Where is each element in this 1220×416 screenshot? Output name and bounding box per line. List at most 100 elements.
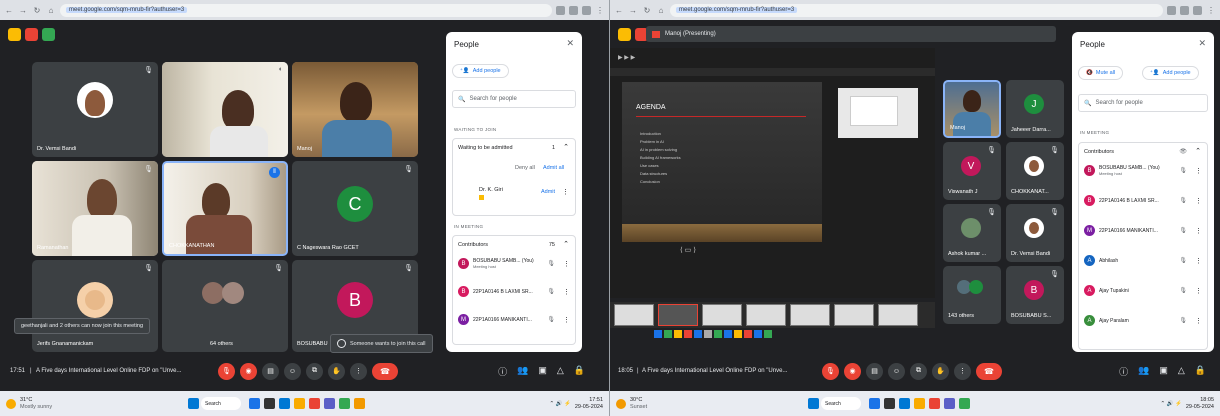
activities-icon[interactable]: △ — [1178, 365, 1185, 378]
address-bar[interactable]: meet.google.com/sqm-mrub-fir?authuser=3 — [60, 3, 552, 17]
tray-icons[interactable]: ⌃ 🔊 ⚡ — [549, 401, 570, 407]
chat-icon[interactable]: ▣ — [1159, 365, 1168, 378]
participant-tile[interactable]: ◐ — [162, 62, 288, 157]
participant-tile[interactable]: J Jaheeer Darra... — [1006, 80, 1064, 138]
camera-off-button[interactable]: ◉ — [240, 362, 257, 380]
mic-off-icon[interactable]: 🎙 — [1179, 197, 1187, 204]
mic-off-button[interactable]: 🎙 — [822, 362, 839, 380]
menu-icon[interactable]: ⋮ — [1206, 6, 1216, 15]
back-icon[interactable]: ← — [4, 6, 14, 15]
slide-thumb[interactable] — [834, 304, 874, 326]
slide-thumb[interactable] — [878, 304, 918, 326]
chevron-up-icon[interactable]: ⌃ — [1195, 147, 1201, 155]
present-button[interactable]: ⧉ — [910, 362, 927, 380]
home-icon[interactable]: ⌂ — [656, 6, 666, 15]
forward-icon[interactable]: → — [18, 6, 28, 15]
participant-tile[interactable]: 🎙 Ashok kumar ... — [943, 204, 1001, 262]
teams-icon[interactable] — [944, 398, 955, 409]
slide-thumb[interactable] — [614, 304, 654, 326]
participant-row[interactable]: A Abhilash 🎙 ⋮ — [1084, 255, 1202, 266]
taskview-icon[interactable] — [249, 398, 260, 409]
profile-icon[interactable] — [582, 5, 591, 15]
file-explorer-icon[interactable] — [294, 398, 305, 409]
start-icon[interactable] — [188, 398, 199, 409]
chevron-up-icon[interactable]: ⌃ — [563, 143, 569, 151]
reload-icon[interactable]: ↻ — [32, 6, 42, 15]
reload-icon[interactable]: ↻ — [642, 6, 652, 15]
add-people-button[interactable]: ⁺👤 Add people — [452, 64, 509, 78]
visibility-icon[interactable]: 👁 — [1179, 148, 1187, 155]
captions-button[interactable]: ▤ — [262, 362, 279, 380]
forward-icon[interactable]: → — [628, 6, 638, 15]
menu-icon[interactable]: ⋮ — [595, 6, 605, 15]
more-vert-icon[interactable]: ⋮ — [1195, 257, 1202, 265]
mic-off-icon[interactable]: 🎙 — [1179, 317, 1187, 324]
edge-icon[interactable] — [279, 398, 290, 409]
slide-thumb[interactable] — [746, 304, 786, 326]
tray-icons[interactable]: ⌃ 🔊 ⚡ — [1160, 401, 1181, 407]
home-icon[interactable]: ⌂ — [46, 6, 56, 15]
slide-thumb[interactable] — [658, 304, 698, 326]
more-vert-icon[interactable]: ⋮ — [562, 188, 569, 196]
participant-row[interactable]: B BOSUBABU SAMB... (You) Meeting host 🎙 ⋮ — [458, 258, 570, 269]
participant-tile[interactable]: 🎙 Jerifs Gnanamanickam — [32, 260, 158, 352]
mic-off-icon[interactable]: 🎙 — [1179, 287, 1187, 294]
mic-off-icon[interactable]: 🎙 — [1179, 227, 1187, 234]
mic-off-icon[interactable]: 🎙 — [547, 288, 555, 295]
more-vert-icon[interactable]: ⋮ — [1195, 167, 1202, 175]
participant-row[interactable]: M 22P1A0166 MANIKANTI... 🎙 ⋮ — [458, 314, 570, 325]
search-input[interactable]: 🔍 Search for people — [1078, 94, 1208, 112]
participant-row[interactable]: B BOSUBABU SAMB... (You) Meeting host 🎙 ⋮ — [1084, 165, 1202, 176]
taskview-icon[interactable] — [869, 398, 880, 409]
participant-row[interactable]: B 22P1A0146 B LAXMI SR... 🎙 ⋮ — [1084, 195, 1202, 206]
slide-thumb[interactable] — [790, 304, 830, 326]
chat-icon[interactable]: ▣ — [538, 365, 547, 378]
host-controls-icon[interactable]: 🔒 — [1195, 365, 1206, 378]
participant-tile-active-speaker[interactable]: ⦀ CHOKKANATHAN — [162, 161, 288, 256]
profile-icon[interactable] — [1193, 5, 1202, 15]
raise-hand-icon[interactable] — [618, 28, 631, 41]
file-explorer-icon[interactable] — [914, 398, 925, 409]
extension-icon[interactable] — [1167, 5, 1176, 15]
more-options-button[interactable]: ⋮ — [350, 362, 367, 380]
extension-icon[interactable] — [556, 5, 565, 15]
mic-off-button[interactable]: 🎙 — [218, 362, 235, 380]
slide-nav[interactable]: ⟨ ▭ ⟩ — [680, 246, 696, 254]
chrome-icon[interactable] — [929, 398, 940, 409]
raise-hand-button[interactable]: ✋ — [932, 362, 949, 380]
participant-tile[interactable]: C 🎙 C Nageswara Rao GCET — [292, 161, 418, 256]
mute-all-button[interactable]: 🔇 Mute all — [1078, 66, 1124, 80]
taskbar-search[interactable]: Search — [201, 397, 241, 410]
admit-all-button[interactable]: Admit all — [543, 165, 564, 171]
close-icon[interactable]: ✕ — [566, 38, 574, 49]
record-icon[interactable] — [25, 28, 38, 41]
more-vert-icon[interactable]: ⋮ — [563, 316, 570, 324]
emoji-button[interactable]: ☺ — [888, 362, 905, 380]
search-input[interactable]: 🔍 Search for people — [452, 90, 576, 108]
participant-tile-others[interactable]: 🎙 64 others — [162, 260, 288, 352]
participant-row[interactable]: A Ajay Tupakini 🎙 ⋮ — [1084, 285, 1202, 296]
participant-row[interactable]: M 22P1A0166 MANIKANTI... 🎙 ⋮ — [1084, 225, 1202, 236]
activities-icon[interactable]: △ — [557, 365, 564, 378]
close-icon[interactable]: ✕ — [1198, 38, 1206, 49]
app-icon[interactable] — [959, 398, 970, 409]
more-vert-icon[interactable]: ⋮ — [1195, 287, 1202, 295]
info-icon[interactable]: ⓘ — [498, 365, 507, 378]
participant-tile[interactable]: V 🎙 Viswanath J — [943, 142, 1001, 200]
captions-button[interactable]: ▤ — [866, 362, 883, 380]
leave-call-button[interactable]: ☎ — [976, 362, 1002, 380]
raise-hand-button[interactable]: ✋ — [328, 362, 345, 380]
app-icon[interactable] — [339, 398, 350, 409]
participant-tile-self[interactable]: B 🎙 BOSUBABU S... — [1006, 266, 1064, 324]
widgets-icon[interactable] — [264, 398, 275, 409]
activity-icon[interactable] — [42, 28, 55, 41]
present-button[interactable]: ⧉ — [306, 362, 323, 380]
participant-tile[interactable]: 🎙 Ramanathan — [32, 161, 158, 256]
extension-icon[interactable] — [569, 5, 578, 15]
widgets-icon[interactable] — [884, 398, 895, 409]
camera-off-button[interactable]: ◉ — [844, 362, 861, 380]
teams-icon[interactable] — [324, 398, 335, 409]
deny-all-button[interactable]: Deny all — [515, 165, 535, 171]
start-icon[interactable] — [808, 398, 819, 409]
more-vert-icon[interactable]: ⋮ — [563, 288, 570, 296]
